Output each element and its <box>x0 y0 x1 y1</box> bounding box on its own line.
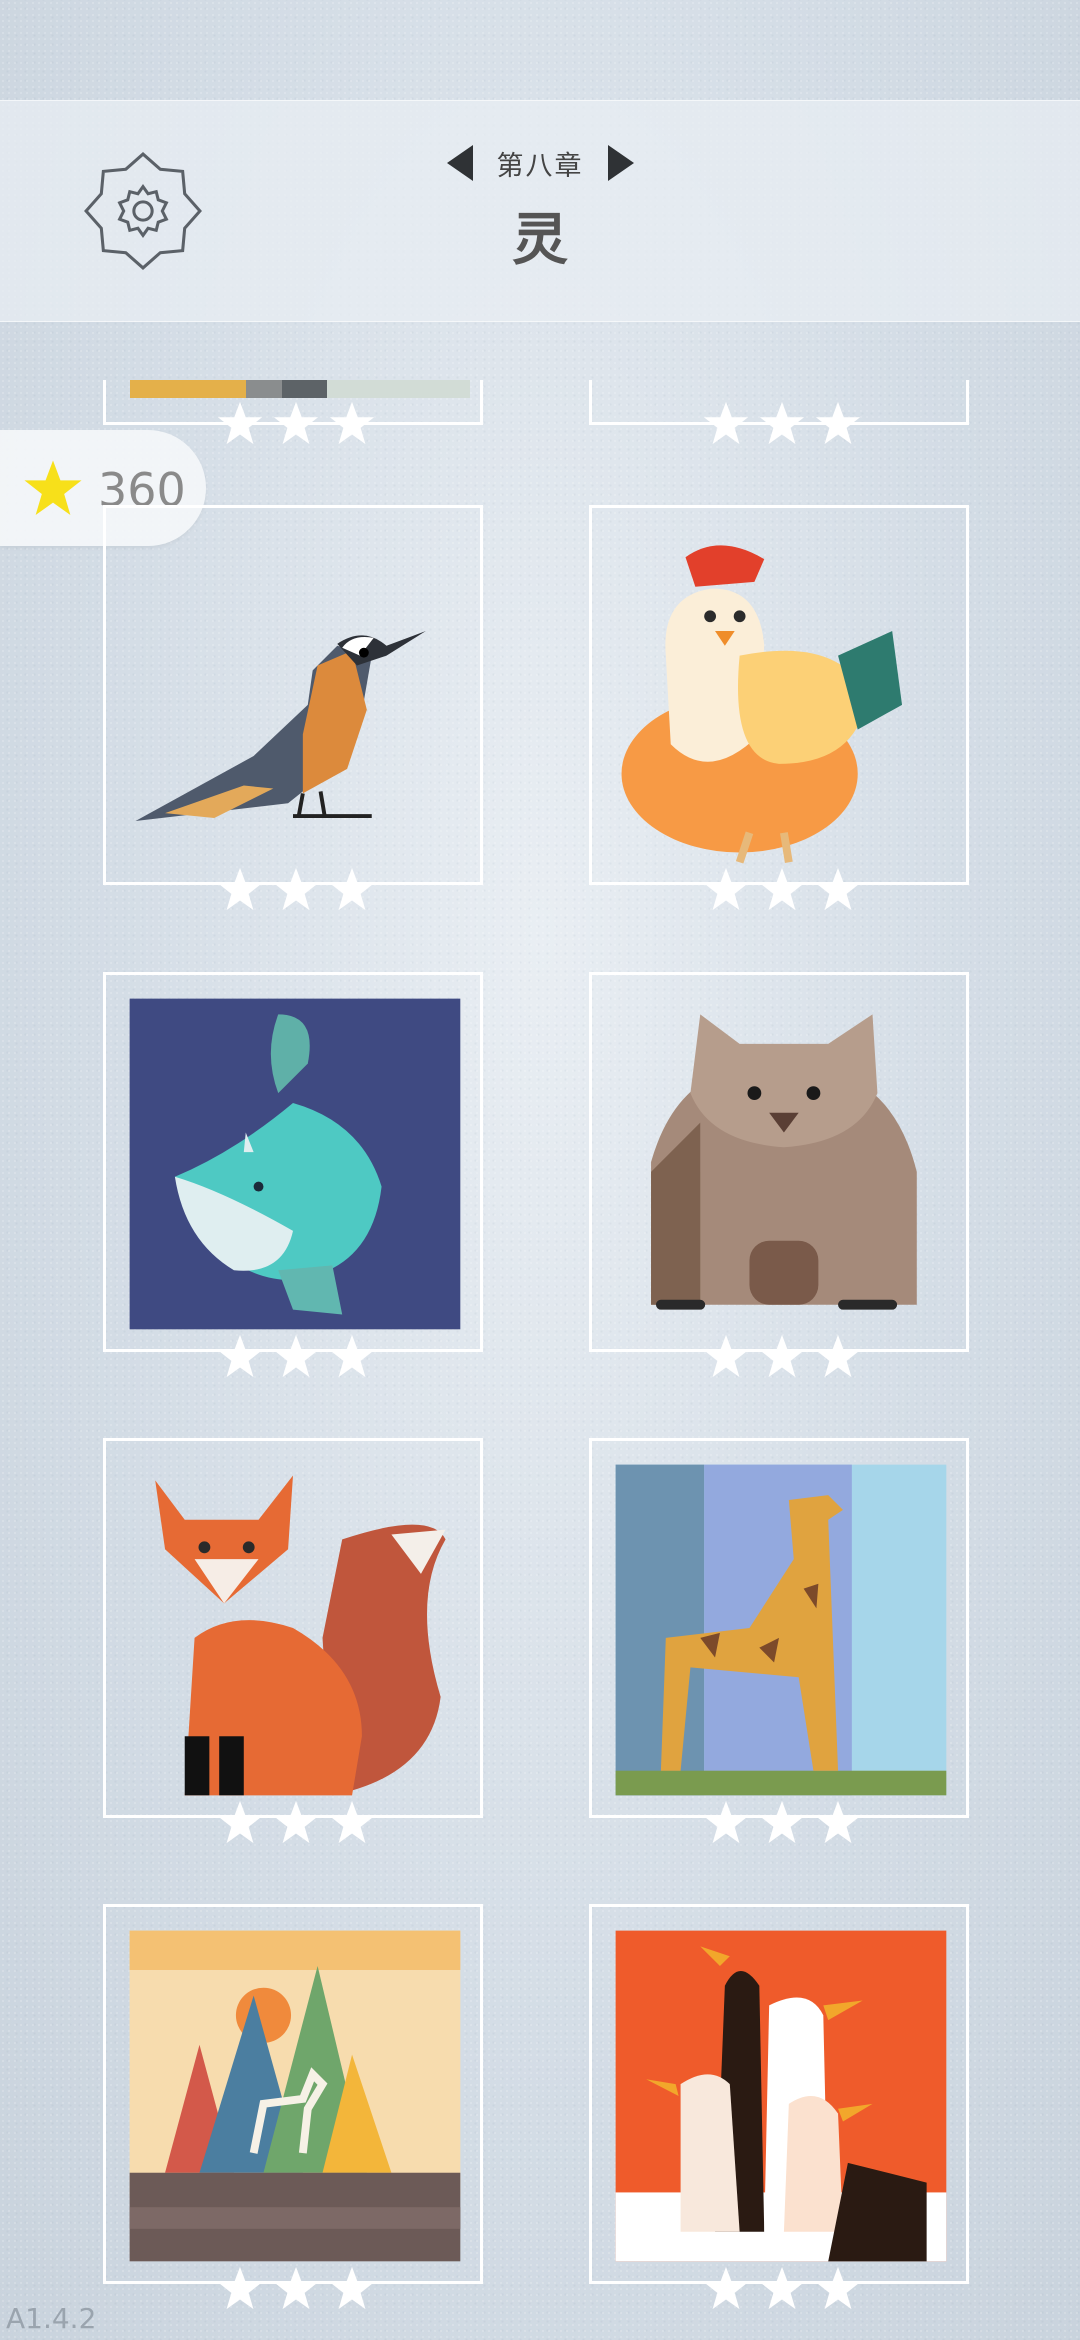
star-rating-row <box>216 1799 376 1851</box>
whale-artwork <box>129 998 461 1330</box>
star-rating-row <box>702 866 862 918</box>
star-icon <box>815 1800 861 1844</box>
star-rating-row <box>702 400 862 452</box>
level-card-bird[interactable] <box>103 505 483 885</box>
star-icon <box>24 460 82 516</box>
star-icon <box>759 2266 805 2310</box>
star-icon <box>329 1334 375 1378</box>
level-card-wombat[interactable] <box>589 972 969 1352</box>
star-icon <box>329 1800 375 1844</box>
chicken-artwork <box>621 545 903 864</box>
star-icon <box>273 2266 319 2310</box>
star-icon <box>217 1334 263 1378</box>
level-card-chicken[interactable] <box>589 505 969 885</box>
level-card-fox[interactable] <box>103 1438 483 1818</box>
star-icon <box>329 2266 375 2310</box>
triangle-right-icon[interactable] <box>606 143 636 183</box>
fox-artwork <box>155 1475 446 1796</box>
version-label: A1.4.2 <box>6 2302 97 2335</box>
wombat-artwork <box>651 1014 917 1310</box>
star-icon <box>273 401 319 445</box>
triangle-left-icon[interactable] <box>445 143 475 183</box>
star-icon <box>703 867 749 911</box>
chapter-navigator: 第八章 <box>0 140 1080 186</box>
star-icon <box>759 867 805 911</box>
star-icon <box>273 1334 319 1378</box>
star-icon <box>217 2266 263 2310</box>
star-icon <box>815 401 861 445</box>
star-icon <box>759 1334 805 1378</box>
star-icon <box>329 867 375 911</box>
star-icon <box>815 867 861 911</box>
star-rating-row <box>216 2265 376 2317</box>
star-rating-row <box>702 2265 862 2317</box>
chapter-title: 灵 <box>512 208 568 273</box>
giraffe-artwork <box>615 1464 947 1796</box>
star-icon <box>815 2266 861 2310</box>
bird-artwork <box>135 631 426 821</box>
level-card-deer-mountains[interactable] <box>103 1904 483 2284</box>
star-icon <box>273 1800 319 1844</box>
star-rating-row <box>216 866 376 918</box>
star-rating-row <box>702 1799 862 1851</box>
chapter-label: 第八章 <box>496 150 584 182</box>
deer-mountains-artwork <box>129 1930 461 2262</box>
level-card-giraffe[interactable] <box>589 1438 969 1818</box>
star-icon <box>815 1334 861 1378</box>
level-thumbnail <box>130 380 470 398</box>
star-icon <box>703 1800 749 1844</box>
star-icon <box>329 401 375 445</box>
star-icon <box>703 2266 749 2310</box>
star-icon <box>703 1334 749 1378</box>
star-icon <box>217 1800 263 1844</box>
star-rating-row <box>216 1333 376 1385</box>
star-rating-row <box>702 1333 862 1385</box>
star-icon <box>273 867 319 911</box>
star-rating-row <box>216 400 376 452</box>
geese-artwork <box>615 1930 947 2262</box>
star-icon <box>217 401 263 445</box>
level-card-geese[interactable] <box>589 1904 969 2284</box>
star-icon <box>217 867 263 911</box>
level-card-whale[interactable] <box>103 972 483 1352</box>
star-icon <box>703 401 749 445</box>
star-icon <box>759 1800 805 1844</box>
star-icon <box>759 401 805 445</box>
